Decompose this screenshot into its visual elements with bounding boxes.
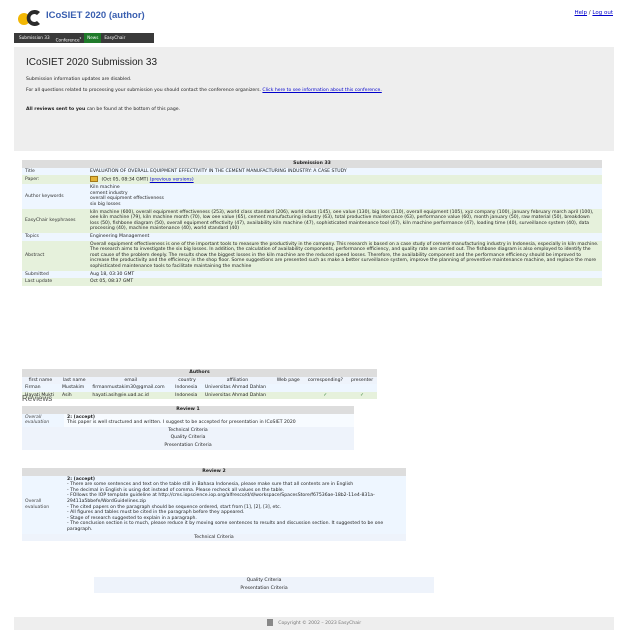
keyword: six big losses (90, 202, 121, 208)
author-presenter-check-icon: ✓ (347, 391, 377, 400)
reviews-note-rest: can be found at the bottom of this page. (86, 107, 181, 112)
reviews-note: All reviews sent to you can be found at … (26, 107, 406, 113)
column-header: Web page (272, 376, 304, 385)
presentation-criteria-row: Presentation Criteria (94, 585, 434, 593)
author-web-page (272, 391, 304, 400)
review-2-criteria-table: Quality Criteria Presentation Criteria (94, 577, 434, 593)
review-1-table: Review 1 Overall evaluation 2: (accept) … (22, 406, 354, 450)
paper-date: (Oct 05, 08:34 GMT) (101, 177, 149, 183)
reviews-note-bold: All reviews sent to you (26, 107, 86, 112)
author-last-name: Asih (58, 391, 90, 400)
column-header: email (89, 376, 173, 385)
review-2-table: Review 2 Overall evaluation 2: (accept) … (22, 468, 406, 542)
author-affiliation: Universitas Ahmad Dahlan (201, 391, 273, 400)
column-header: last name (58, 376, 90, 385)
logout-link[interactable]: Log out (592, 10, 613, 16)
page-header: ICoSIET 2020 (author) Help / Log out (0, 0, 624, 30)
menu-item-submission[interactable]: Submission 33 (16, 33, 53, 43)
easychair-chair-icon (266, 619, 273, 626)
help-link[interactable]: Help (575, 10, 588, 16)
review-text: This paper is well structured and writte… (67, 420, 296, 426)
author-presenter (347, 384, 377, 392)
last-update-label: Last update (22, 278, 87, 286)
table-row: Firman Mustakim firmanmustakim30@gmail.c… (22, 384, 377, 392)
overall-evaluation-label: Overall evaluation (22, 475, 64, 534)
conference-info-link[interactable]: Click here to see information about this… (262, 88, 381, 93)
menu-bar: Submission 33 Conference▾ News EasyChair (14, 33, 154, 43)
keyphrases-value: kiln machine (600), overall equipment ef… (87, 208, 602, 234)
overall-evaluation-value: 2: (accept) - There are some sentences a… (64, 475, 406, 534)
presentation-criteria-row: Presentation Criteria (22, 441, 354, 450)
author-email: firmanmustakim30@gmail.com (89, 384, 173, 392)
topics-label: Topics (22, 233, 87, 241)
author-affiliation: Universitas Ahmad Dahlan (201, 384, 273, 392)
paper-label: Paper: (22, 175, 87, 185)
title-value: EVALUATION OF OVERALL EQUIPMENT EFFECTIV… (87, 167, 602, 176)
column-header: presenter (347, 376, 377, 385)
questions-note: For all questions related to processing … (26, 88, 406, 94)
easychair-logo-icon (18, 9, 40, 26)
overall-evaluation-value: 2: (accept) This paper is well structure… (64, 413, 354, 427)
title-label: Title (22, 167, 87, 176)
submission-info-panel: ICoSIET 2020 Submission 33 Submission in… (14, 47, 614, 151)
author-country: Indonesia (172, 391, 202, 400)
dropdown-icon: ▾ (79, 36, 82, 40)
keywords-value: Kiln machine cement industry overall equ… (87, 184, 602, 209)
submitted-value: Aug 18, 03:30 GMT (87, 270, 602, 279)
author-last-name: Mustakim (58, 384, 90, 392)
menu-item-news[interactable]: News (84, 33, 102, 43)
column-header: corresponding? (303, 376, 348, 385)
column-header: country (172, 376, 202, 385)
author-corresponding (303, 384, 348, 392)
author-country: Indonesia (172, 384, 202, 392)
author-email: hayati.asih@ie.uad.ac.id (89, 391, 173, 400)
reviews-heading: Reviews (22, 394, 53, 403)
app-title: ICoSIET 2020 (author) (46, 10, 145, 21)
copyright-text: Copyright © 2002 – 2023 EasyChair (278, 621, 362, 626)
page-title: ICoSIET 2020 Submission 33 (26, 57, 158, 68)
submission-caption: Submission 33 (22, 160, 602, 168)
review-line: - The conclusion section is to much, ple… (67, 521, 384, 532)
abstract-label: Abstract (22, 240, 87, 271)
author-corresponding-check-icon: ✓ (303, 391, 348, 400)
column-header: first name (22, 376, 59, 385)
column-header: affiliation (201, 376, 273, 385)
menu-item-easychair[interactable]: EasyChair (101, 33, 128, 43)
paper-value: (Oct 05, 08:34 GMT) (previous versions) (87, 175, 602, 185)
link-separator: / (588, 10, 591, 16)
questions-text: For all questions related to processing … (26, 88, 261, 93)
review-1-caption: Review 1 (22, 406, 354, 414)
overall-evaluation-label: Overall evaluation (22, 413, 64, 427)
author-first-name: Firman (22, 384, 59, 392)
review-line: - There are some sentences and text on t… (67, 482, 354, 488)
topics-value: Engineering Management (87, 233, 602, 241)
submission-table: Submission 33 Title EVALUATION OF OVERAL… (22, 160, 602, 286)
technical-criteria-row: Technical Criteria (22, 533, 406, 542)
technical-criteria-row: Technical Criteria (22, 426, 354, 435)
review-2-caption: Review 2 (22, 468, 406, 476)
keyphrases-label: EasyChair keyphrases (22, 208, 87, 234)
quality-criteria-row: Quality Criteria (22, 434, 354, 442)
review-score: 2: (accept) (67, 414, 95, 420)
top-links: Help / Log out (575, 10, 614, 16)
table-row: Hayati Mukti Asih hayati.asih@ie.uad.ac.… (22, 391, 377, 400)
menu-item-conference[interactable]: Conference▾ (53, 33, 84, 43)
previous-versions-link[interactable]: (previous versions) (150, 178, 194, 183)
authors-caption: Authors (22, 369, 377, 377)
abstract-value: Overall equipment effectiveness is one o… (87, 240, 602, 271)
last-update-value: Oct 05, 08:37 GMT (87, 278, 602, 286)
updates-disabled-note: Submission information updates are disab… (26, 77, 132, 82)
review-line: - FOllows the IOP template guideline at … (67, 493, 375, 504)
review-score: 2: (accept) (67, 476, 95, 482)
pdf-file-icon[interactable] (90, 176, 98, 183)
quality-criteria-row: Quality Criteria (94, 577, 434, 585)
menu-item-conference-label: Conference (55, 37, 80, 43)
submitted-label: Submitted (22, 270, 87, 279)
page-footer: Copyright © 2002 – 2023 EasyChair (14, 617, 614, 630)
authors-table: Authors first name last name email count… (22, 369, 377, 400)
author-web-page (272, 384, 304, 392)
keywords-label: Author keywords (22, 184, 87, 209)
